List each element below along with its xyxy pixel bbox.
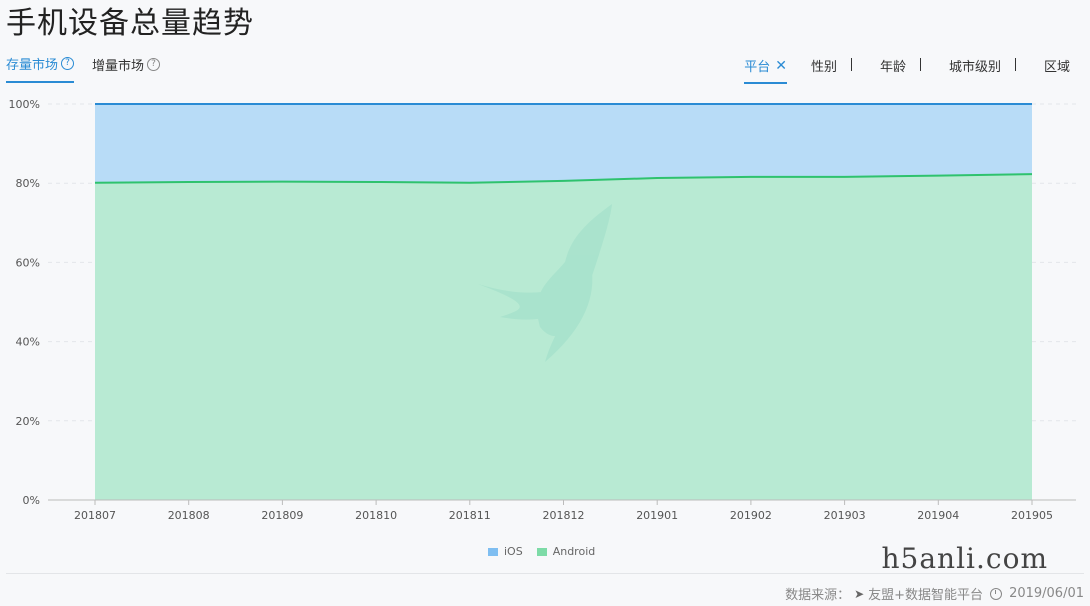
market-tabs: 存量市场 ? 增量市场 ? <box>6 54 161 83</box>
x-tick-label: 201901 <box>636 509 678 522</box>
tab-incremental-market[interactable]: 增量市场 ? <box>92 54 161 83</box>
question-circle-icon[interactable]: ? <box>147 58 161 71</box>
page-title: 手机设备总量趋势 <box>6 6 254 41</box>
divider <box>850 58 852 71</box>
tab-gender[interactable]: 性别 <box>811 56 837 82</box>
y-tick-label: 0% <box>23 494 40 507</box>
tab-label: 增量市场 <box>92 59 145 74</box>
paper-plane-icon: ➤ <box>854 586 865 601</box>
y-tick-label: 100% <box>9 98 40 111</box>
tab-region[interactable]: 区域 <box>1044 56 1070 82</box>
x-tick-label: 201905 <box>1011 509 1053 522</box>
divider <box>919 58 921 71</box>
legend-item-ios[interactable]: iOS <box>488 545 523 558</box>
tab-city-level[interactable]: 城市级别 <box>949 56 1001 82</box>
legend-label: iOS <box>504 545 523 558</box>
x-tick-label: 201904 <box>917 509 959 522</box>
chart-legend: iOS Android <box>488 545 595 558</box>
tab-platform[interactable]: 平台 ✕ <box>744 56 787 84</box>
legend-swatch <box>488 547 498 556</box>
watermark: h5anli.com <box>881 542 1048 575</box>
report-date: 2019/06/01 <box>1009 586 1084 601</box>
dimension-tabs: 平台 ✕ 性别 年龄 城市级别 区域 <box>744 56 1070 84</box>
divider <box>1014 58 1016 71</box>
x-tick-label: 201902 <box>730 509 772 522</box>
y-tick-label: 40% <box>16 336 40 349</box>
y-tick-label: 20% <box>16 415 40 428</box>
legend-item-android[interactable]: Android <box>536 545 596 558</box>
tab-stock-market[interactable]: 存量市场 ? <box>6 54 75 83</box>
x-tick-label: 201807 <box>74 509 116 522</box>
legend-label: Android <box>552 545 596 558</box>
legend-swatch <box>536 547 547 556</box>
footer-divider <box>6 573 1084 574</box>
clock-icon <box>990 587 1003 600</box>
area-ios <box>95 104 1032 183</box>
tab-label: 年龄 <box>879 60 906 75</box>
question-circle-icon[interactable]: ? <box>61 57 75 70</box>
footer: 数据来源： ➤ 友盟+数据智能平台 2019/06/01 <box>785 584 1084 603</box>
x-tick-label: 201810 <box>355 509 397 522</box>
tab-label: 城市级别 <box>948 60 1001 75</box>
source-name: 友盟+数据智能平台 <box>868 588 984 603</box>
x-tick-label: 201812 <box>543 509 585 522</box>
tab-age[interactable]: 年龄 <box>880 56 906 82</box>
y-tick-label: 80% <box>16 177 40 190</box>
y-tick-label: 60% <box>16 256 40 269</box>
x-tick-label: 201808 <box>168 509 210 522</box>
area-chart: 0% 20% 40% 60% 80% 100% 201807 201808 201809 2018… <box>9 98 1076 522</box>
close-icon[interactable]: ✕ <box>775 59 787 73</box>
tab-label: 性别 <box>810 60 837 75</box>
x-tick-label: 201811 <box>449 509 491 522</box>
tab-label: 存量市场 <box>6 58 59 73</box>
tab-label: 区域 <box>1043 60 1070 75</box>
tab-label: 平台 <box>744 60 771 75</box>
source-label: 数据来源： <box>785 588 851 603</box>
x-tick-label: 201903 <box>824 509 866 522</box>
x-tick-label: 201809 <box>261 509 303 522</box>
